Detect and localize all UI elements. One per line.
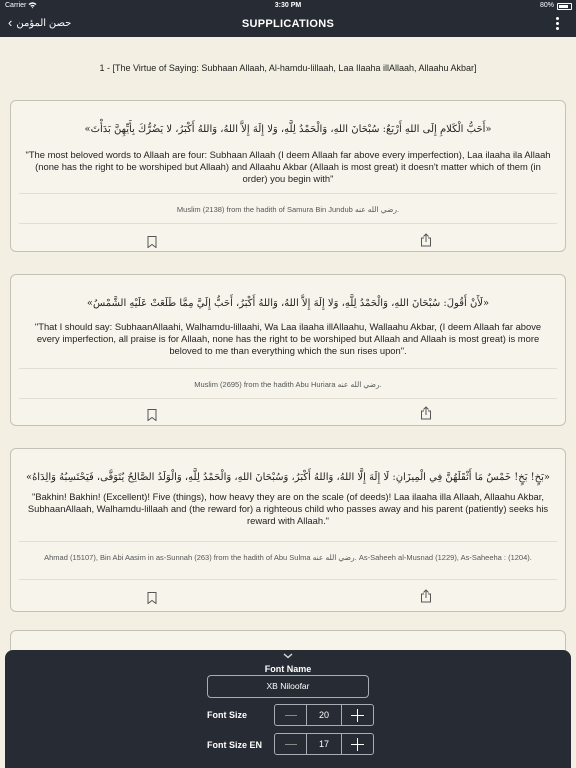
font-size-en-stepper: 17: [274, 733, 374, 755]
bookmark-button[interactable]: [147, 408, 157, 422]
english-translation: "The most beloved words to Allaah are fo…: [25, 149, 551, 184]
battery-percent: 80%: [539, 2, 554, 9]
minus-icon: [284, 743, 297, 745]
status-bar: Carrier 3:30 PM 80%: [0, 0, 576, 12]
arabic-text: «أَحَبُّ الْكَلامِ إِلَى اللهِ أَرْبَعٌ:…: [84, 124, 492, 135]
hadith-reference: Muslim (2138) from the hadith of Samura …: [176, 205, 400, 214]
font-size-en-label: Font Size EN: [207, 740, 263, 750]
font-size-label: Font Size: [207, 710, 247, 720]
bookmark-icon: [147, 236, 157, 249]
english-translation: "Bakhin! Bakhin! (Excellent)! Five (thin…: [27, 491, 549, 526]
page-title: SUPPLICATIONS: [241, 18, 335, 30]
supplication-card: «لَأَنْ أَقُولَ: سُبْحَانَ اللهِ، وَالْح…: [10, 274, 566, 426]
font-size-en-value: 17: [318, 739, 329, 749]
english-translation: "That I should say: SubhaanAllaahi, Walh…: [34, 321, 542, 356]
share-button[interactable]: [420, 233, 432, 247]
divider: [19, 223, 557, 224]
font-size-stepper: 20: [274, 704, 374, 726]
font-name-selector[interactable]: XB Niloofar: [207, 675, 369, 698]
font-size-en-decrease-button[interactable]: [275, 734, 307, 754]
divider: [19, 541, 557, 542]
chevron-down-icon: [283, 653, 293, 659]
font-size-increase-button[interactable]: [341, 705, 373, 725]
supplication-card: «بَخٍ! بَخٍ! خَمْسٌ مَا أَثْقَلَهُنَّ فِ…: [10, 448, 566, 612]
supplication-card: «أَحَبُّ الْكَلامِ إِلَى اللهِ أَرْبَعٌ:…: [10, 100, 566, 252]
status-time: 3:30 PM: [274, 2, 302, 9]
bookmark-button[interactable]: [147, 235, 157, 249]
share-button[interactable]: [420, 406, 432, 420]
bookmark-icon: [147, 409, 157, 422]
section-heading: 1 - [The Virtue of Saying: Subhaan Allaa…: [99, 63, 477, 73]
divider: [19, 368, 557, 369]
share-icon: [421, 406, 431, 420]
vertical-ellipsis-icon: [554, 17, 560, 30]
navigation-bar: ‹ حصن المؤمن SUPPLICATIONS: [0, 12, 576, 37]
more-options-button[interactable]: [554, 17, 560, 31]
divider: [19, 398, 557, 399]
share-icon: [421, 233, 431, 247]
hadith-reference: Muslim (2695) from the hadith Abu Huriar…: [194, 380, 382, 389]
font-size-decrease-button[interactable]: [275, 705, 307, 725]
collapse-panel-button[interactable]: [5, 650, 571, 661]
battery-icon: [557, 3, 572, 10]
arabic-text: «بَخٍ! بَخٍ! خَمْسٌ مَا أَثْقَلَهُنَّ فِ…: [25, 472, 551, 483]
bookmark-icon: [147, 592, 157, 605]
divider: [19, 579, 557, 580]
bookmark-button[interactable]: [147, 591, 157, 605]
font-settings-panel: Font Name XB Niloofar Font Size 20 Font …: [5, 650, 571, 768]
share-icon: [421, 589, 431, 603]
share-button[interactable]: [420, 589, 432, 603]
hadith-reference: Ahmad (15107), Bin Abi Aasim in as-Sunna…: [44, 553, 532, 562]
divider: [19, 193, 557, 194]
arabic-text: «لَأَنْ أَقُولَ: سُبْحَانَ اللهِ، وَالْح…: [86, 298, 490, 309]
font-size-en-increase-button[interactable]: [341, 734, 373, 754]
font-name-label: Font Name: [264, 664, 312, 674]
font-size-value: 20: [318, 710, 329, 720]
minus-icon: [284, 714, 297, 716]
